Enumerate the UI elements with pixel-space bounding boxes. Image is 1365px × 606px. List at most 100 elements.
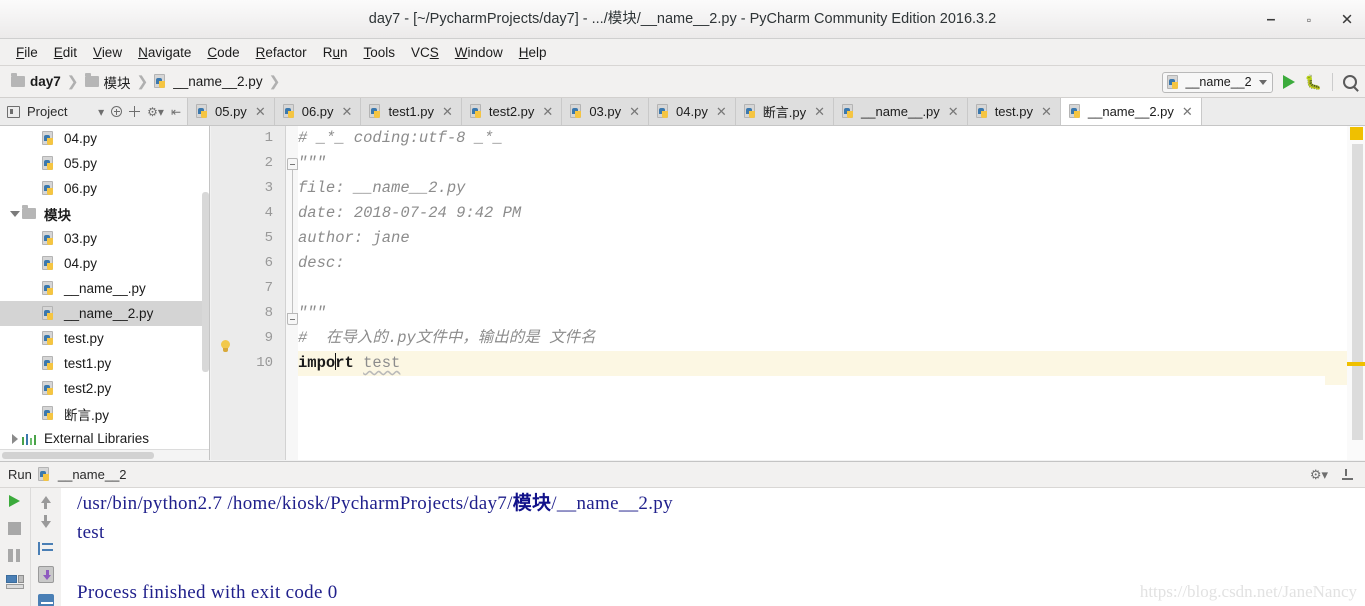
menu-item-navigate[interactable]: Navigate	[130, 42, 199, 63]
soft-wrap-icon[interactable]	[38, 542, 54, 556]
tree-item-test2.py[interactable]: test2.py	[0, 376, 209, 401]
scroll-to-end-icon[interactable]	[37, 566, 54, 583]
project-tree-panel[interactable]: 04.py 05.py 06.py 模块 03.py 04.py __name__.py __…	[0, 126, 210, 460]
menu-item-code[interactable]: Code	[199, 42, 247, 63]
down-arrow-icon[interactable]	[38, 514, 54, 532]
close-icon[interactable]: ✕	[342, 104, 353, 120]
rerun-icon[interactable]	[6, 493, 22, 509]
print-icon[interactable]	[37, 593, 54, 606]
tree-item-06.py[interactable]: 06.py	[0, 176, 209, 201]
chevron-down-icon[interactable]	[8, 210, 22, 217]
tree-item-05.py[interactable]: 05.py	[0, 151, 209, 176]
python-file-icon	[42, 231, 56, 246]
menu-item-file[interactable]: File	[8, 42, 46, 63]
code-line-6[interactable]: desc:	[298, 251, 1365, 276]
split-icon[interactable]	[129, 106, 141, 117]
tree-item-模块[interactable]: 模块	[0, 201, 209, 226]
search-icon[interactable]	[1343, 75, 1357, 89]
run-tool-header: Run __name__2 ⚙▾	[0, 462, 1365, 488]
code-line-5[interactable]: author: jane	[298, 226, 1365, 251]
gear-icon[interactable]: ⚙▾	[147, 106, 164, 118]
tree-item-__name__2.py[interactable]: __name__2.py	[0, 301, 209, 326]
minimize-button[interactable]: –	[1263, 11, 1279, 28]
editor-tab-__name__2.py[interactable]: __name__2.py ✕	[1060, 98, 1202, 125]
pause-icon[interactable]	[6, 547, 22, 563]
code-line-8[interactable]: """	[298, 301, 1365, 326]
tree-item-test.py[interactable]: test.py	[0, 326, 209, 351]
menu-item-refactor[interactable]: Refactor	[248, 42, 315, 63]
project-tool-window-header[interactable]: Project ▾ ⚙▾ ⇤	[0, 98, 188, 125]
code-line-3[interactable]: file: __name__2.py	[298, 176, 1365, 201]
breadcrumb-item-2[interactable]: __name__2.py	[152, 74, 264, 89]
code-folding-column[interactable]	[286, 126, 298, 460]
tree-item-04.py[interactable]: 04.py	[0, 251, 209, 276]
close-icon[interactable]: ✕	[814, 104, 825, 120]
code-line-1[interactable]: # _*_ coding:utf-8 _*_	[298, 126, 1365, 151]
warning-stripe-mark[interactable]	[1347, 362, 1365, 366]
tree-item-test1.py[interactable]: test1.py	[0, 351, 209, 376]
menu-item-view[interactable]: View	[85, 42, 130, 63]
close-icon[interactable]: ✕	[542, 104, 553, 120]
editor-vertical-scrollbar[interactable]	[1352, 144, 1363, 440]
collapse-all-icon[interactable]	[111, 106, 123, 117]
breadcrumb-item-1[interactable]: 模块	[83, 72, 133, 92]
editor-tab-06.py[interactable]: 06.py ✕	[274, 98, 362, 125]
code-line-10[interactable]: import test	[298, 351, 1365, 376]
tree-item-External Libraries[interactable]: External Libraries	[0, 426, 209, 451]
code-line-7[interactable]	[298, 276, 1365, 301]
tree-item-03.py[interactable]: 03.py	[0, 226, 209, 251]
menu-item-run[interactable]: Run	[315, 42, 356, 63]
close-icon[interactable]: ✕	[255, 104, 266, 120]
tree-vertical-scrollbar[interactable]	[202, 192, 209, 372]
editor-tab-test.py[interactable]: test.py ✕	[967, 98, 1061, 125]
editor-tab-test1.py[interactable]: test1.py ✕	[361, 98, 462, 125]
breadcrumb-separator: ❯	[66, 73, 79, 89]
editor-tab-05.py[interactable]: 05.py ✕	[188, 98, 275, 125]
hide-icon[interactable]	[1342, 469, 1355, 481]
code-line-4[interactable]: date: 2018-07-24 9:42 PM	[298, 201, 1365, 226]
editor-tab-test2.py[interactable]: test2.py ✕	[461, 98, 563, 125]
console-icon[interactable]	[6, 574, 24, 590]
run-configuration-selector[interactable]: __name__2	[1161, 71, 1273, 93]
tree-item-断言.py[interactable]: 断言.py	[0, 401, 209, 426]
menu-item-vcs[interactable]: VCS	[403, 42, 447, 63]
scrollbar-thumb[interactable]	[2, 452, 154, 459]
menu-item-window[interactable]: Window	[447, 42, 511, 63]
tree-item-__name__.py[interactable]: __name__.py	[0, 276, 209, 301]
code-line-9[interactable]: # 在导入的.py文件中，输出的是 文件名	[298, 326, 1365, 351]
chevron-right-icon[interactable]	[8, 433, 22, 444]
code-editor[interactable]: 1 2 3 4 5 6 7 8 9 10 # _*_ coding:utf-8 _*_ """ fil…	[211, 126, 1365, 460]
menu-item-edit[interactable]: Edit	[46, 42, 85, 63]
debug-icon[interactable]: 🐛	[1305, 75, 1322, 89]
editor-tab-__name__.py[interactable]: __name__.py ✕	[834, 98, 968, 125]
fold-region-start-icon[interactable]	[287, 158, 298, 170]
breadcrumb-item-0[interactable]: day7	[9, 73, 63, 89]
close-icon[interactable]: ✕	[442, 104, 453, 120]
close-icon[interactable]: ✕	[716, 104, 727, 120]
editor-tab-04.py[interactable]: 04.py ✕	[649, 98, 736, 125]
close-icon[interactable]: ✕	[629, 104, 640, 120]
close-button[interactable]: ✕	[1339, 12, 1355, 28]
editor-tab-03.py[interactable]: 03.py ✕	[562, 98, 650, 125]
run-button[interactable]	[1282, 75, 1295, 89]
up-arrow-icon[interactable]	[38, 493, 54, 510]
menu-item-help[interactable]: Help	[511, 42, 555, 63]
inspection-status-indicator[interactable]	[1350, 127, 1363, 140]
close-icon[interactable]: ✕	[948, 104, 959, 120]
maximize-button[interactable]: ▫	[1301, 12, 1317, 28]
tree-horizontal-scrollbar[interactable]	[0, 449, 209, 460]
close-icon[interactable]: ✕	[1182, 104, 1193, 120]
chevron-down-icon[interactable]: ▾	[98, 106, 104, 118]
editor-tab-断言.py[interactable]: 断言.py ✕	[735, 98, 834, 125]
gear-icon[interactable]: ⚙▾	[1310, 467, 1328, 483]
code-text-area[interactable]: # _*_ coding:utf-8 _*_ """ file: __name__2…	[298, 126, 1365, 460]
intention-bulb-icon[interactable]	[219, 340, 232, 354]
stop-icon[interactable]	[6, 520, 22, 536]
code-line-2[interactable]: """	[298, 151, 1365, 176]
error-stripe-marker-bar[interactable]	[1347, 126, 1365, 460]
tree-item-04.py[interactable]: 04.py	[0, 126, 209, 151]
fold-region-end-icon[interactable]	[287, 313, 298, 325]
hide-icon[interactable]: ⇤	[171, 106, 181, 118]
close-icon[interactable]: ✕	[1041, 104, 1052, 120]
menu-item-tools[interactable]: Tools	[355, 42, 403, 63]
